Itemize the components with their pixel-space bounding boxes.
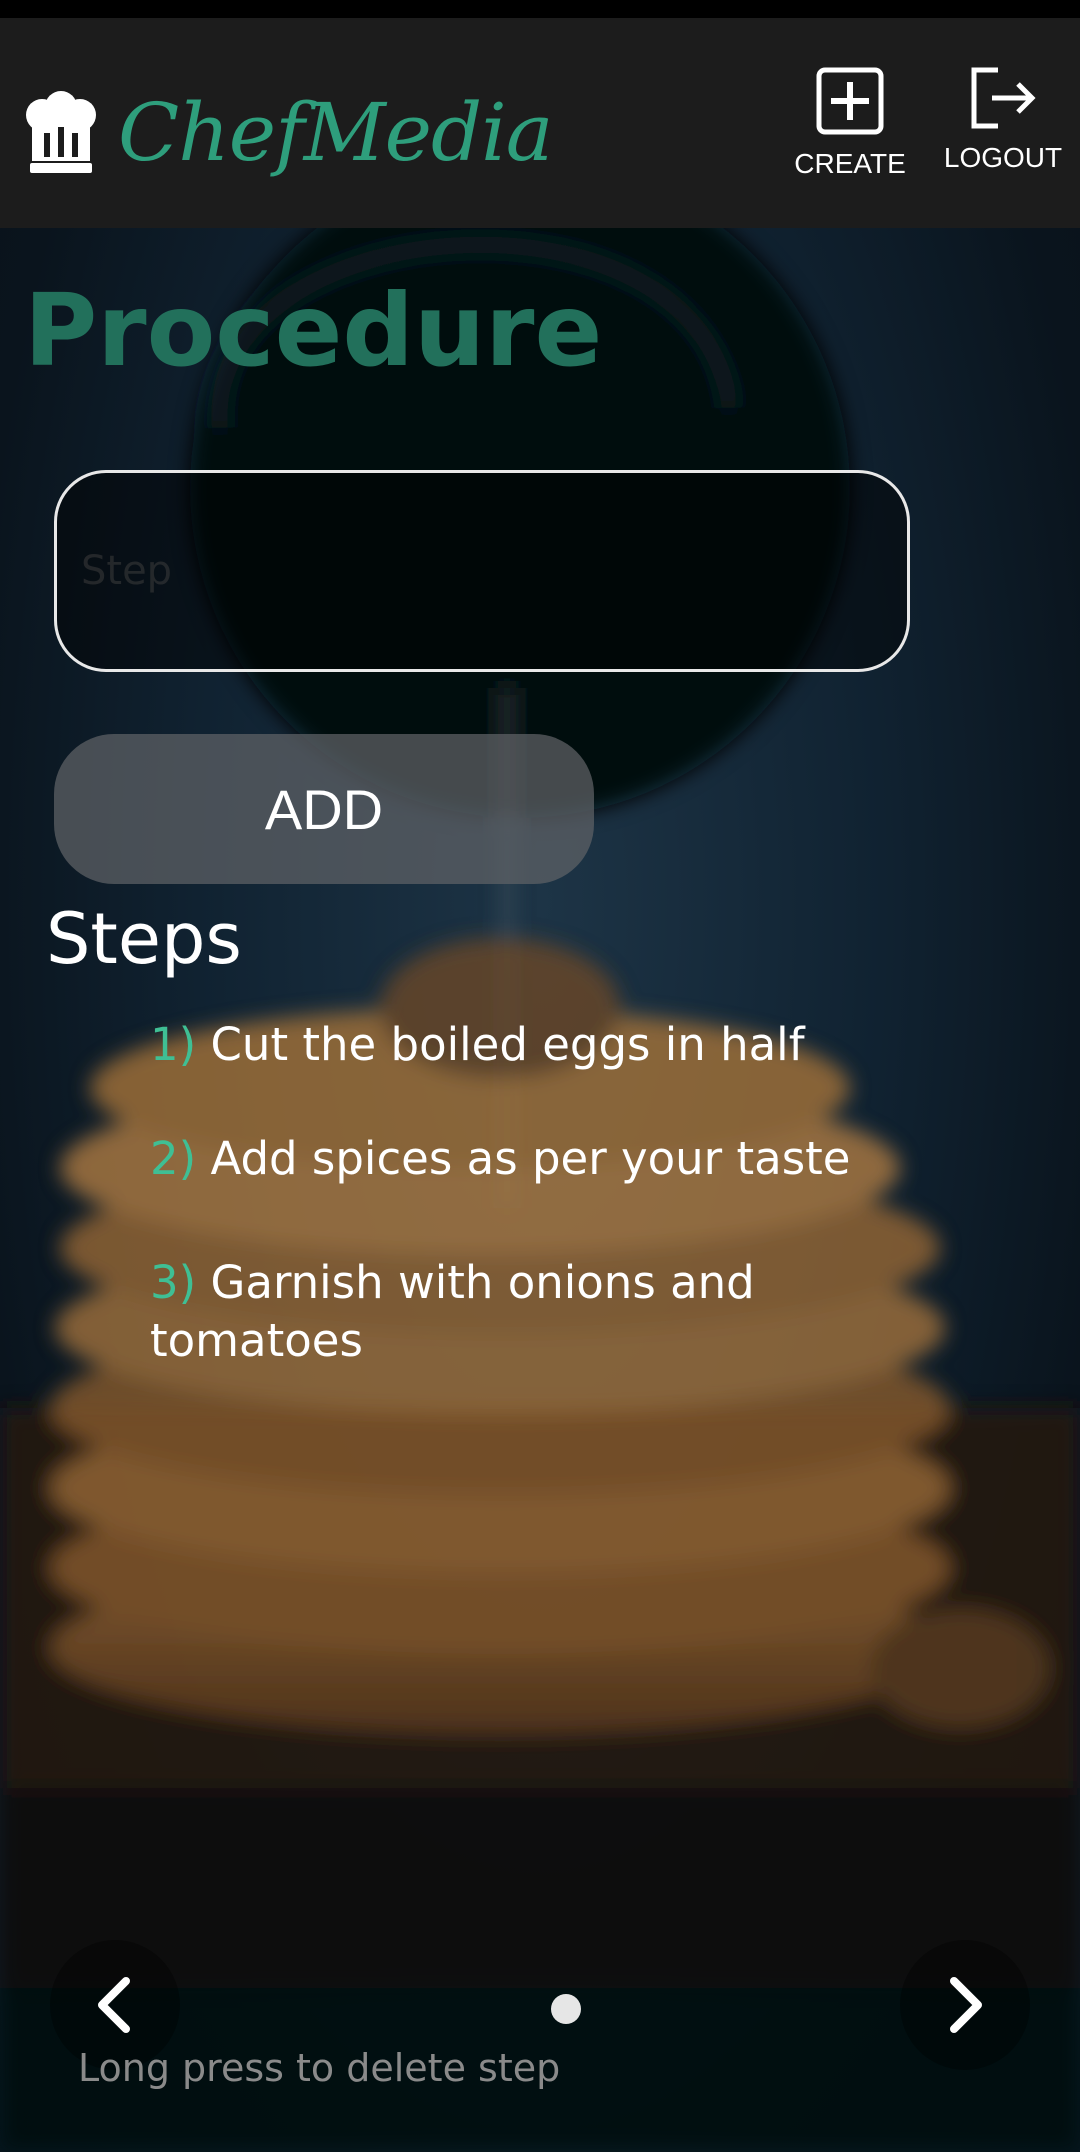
step-item[interactable]: 1) Cut the boiled eggs in half [150,1016,930,1074]
step-item[interactable]: 3) Garnish with onions and tomatoes [150,1254,930,1370]
page-title: Procedure [24,272,603,389]
step-input[interactable] [54,470,910,672]
plus-square-icon [816,67,884,135]
next-page-button[interactable] [900,1940,1030,2070]
status-bar [0,0,1080,18]
delete-hint: Long press to delete step [78,2046,561,2090]
step-number: 2) [150,1132,197,1185]
chevron-right-icon [950,1977,982,2033]
page-indicator-dot [551,1994,581,2024]
chef-hat-icon [26,90,96,173]
logout-button[interactable]: LOGOUT [938,66,1068,174]
step-number: 1) [150,1018,197,1071]
step-text: Garnish with onions and tomatoes [150,1256,755,1367]
app-bar: ChefMedia CREATE LOGOUT [0,18,1080,228]
steps-list: 1) Cut the boiled eggs in half 2) Add sp… [150,1016,930,1436]
logout-arrow-icon [971,67,1036,129]
app-name: ChefMedia [118,86,553,179]
logout-label: LOGOUT [943,142,1063,173]
app-logo: ChefMedia [22,86,553,179]
create-label: CREATE [794,148,906,179]
step-item[interactable]: 2) Add spices as per your taste [150,1130,930,1188]
step-text: Cut the boiled eggs in half [210,1018,805,1071]
chevron-left-icon [98,1977,130,2033]
step-text: Add spices as per your taste [210,1132,851,1185]
create-button[interactable]: CREATE [790,66,910,180]
step-number: 3) [150,1256,197,1309]
add-step-button[interactable]: ADD [54,734,594,884]
steps-heading: Steps [46,898,242,980]
